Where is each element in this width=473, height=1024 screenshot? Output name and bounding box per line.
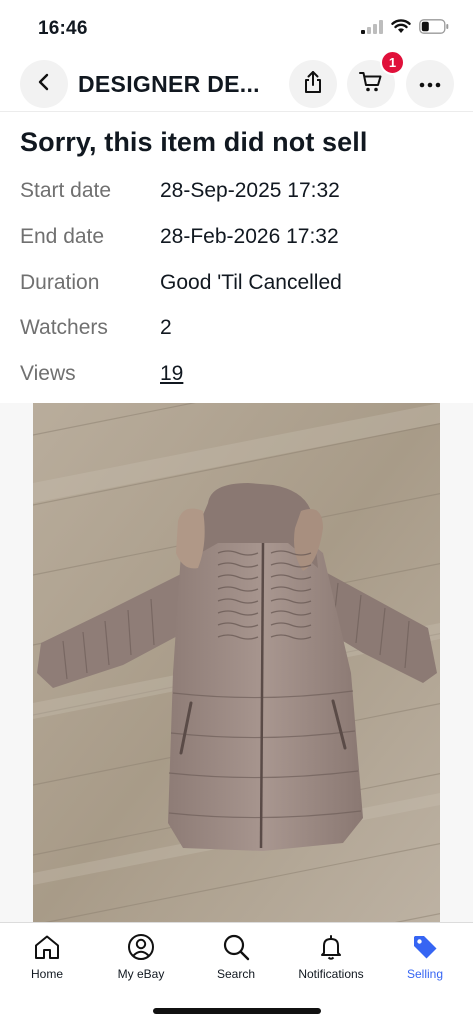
tab-search-label: Search bbox=[216, 967, 256, 981]
views-row: Views 19 bbox=[20, 362, 460, 392]
start-date-row: Start date 28-Sep-2025 17:32 bbox=[20, 179, 460, 209]
status-time: 16:46 bbox=[38, 18, 88, 39]
duration-label: Duration bbox=[20, 271, 100, 294]
battery-icon bbox=[419, 19, 449, 39]
status-icons bbox=[361, 19, 449, 39]
tab-search[interactable]: Search bbox=[191, 933, 281, 995]
tab-my-ebay-label: My eBay bbox=[117, 967, 165, 981]
duration-row: Duration Good 'Til Cancelled bbox=[20, 271, 460, 301]
bell-icon bbox=[286, 933, 376, 961]
more-options-button[interactable] bbox=[406, 60, 454, 108]
more-dots-icon bbox=[419, 75, 441, 93]
watchers-label: Watchers bbox=[20, 316, 108, 339]
page-title: DESIGNER DE... bbox=[78, 71, 260, 97]
coat-photo[interactable] bbox=[33, 403, 440, 923]
tab-home[interactable]: Home bbox=[2, 933, 92, 995]
end-date-value: 28-Feb-2026 17:32 bbox=[160, 225, 339, 248]
tab-notifications[interactable]: Notifications bbox=[286, 933, 376, 995]
tab-home-label: Home bbox=[30, 967, 63, 981]
tab-my-ebay[interactable]: My eBay bbox=[96, 933, 186, 995]
views-label: Views bbox=[20, 362, 76, 385]
listing-status-heading: Sorry, this item did not sell bbox=[20, 127, 368, 157]
tag-icon bbox=[380, 933, 470, 961]
watchers-value: 2 bbox=[160, 316, 172, 339]
search-icon bbox=[191, 933, 281, 961]
home-indicator bbox=[153, 1008, 321, 1014]
tab-selling-label: Selling bbox=[406, 967, 444, 981]
account-icon bbox=[96, 933, 186, 961]
start-date-label: Start date bbox=[20, 179, 112, 202]
listing-status-section: Sorry, this item did not sell Start date… bbox=[0, 113, 473, 403]
start-date-value: 28-Sep-2025 17:32 bbox=[160, 179, 340, 202]
status-bar: 16:46 bbox=[0, 0, 473, 56]
share-icon bbox=[302, 70, 324, 99]
bottom-tab-bar: Home My eBay Search Notifications Sellin… bbox=[0, 922, 473, 1024]
share-button[interactable] bbox=[289, 60, 337, 108]
photo-gallery bbox=[0, 403, 473, 923]
end-date-label: End date bbox=[20, 225, 105, 248]
watchers-row: Watchers 2 bbox=[20, 316, 460, 346]
views-link[interactable]: 19 bbox=[160, 362, 183, 386]
wifi-icon bbox=[391, 19, 411, 39]
duration-value: Good 'Til Cancelled bbox=[160, 271, 342, 294]
end-date-row: End date 28-Feb-2026 17:32 bbox=[20, 225, 460, 255]
home-icon bbox=[2, 933, 92, 961]
cart-count-badge: 1 bbox=[380, 50, 405, 75]
back-arrow-icon bbox=[34, 72, 54, 97]
tab-notifications-label: Notifications bbox=[298, 967, 364, 981]
signal-icon bbox=[361, 19, 383, 39]
cart-icon bbox=[359, 71, 383, 98]
back-button[interactable] bbox=[20, 60, 68, 108]
tab-selling[interactable]: Selling bbox=[380, 933, 470, 995]
